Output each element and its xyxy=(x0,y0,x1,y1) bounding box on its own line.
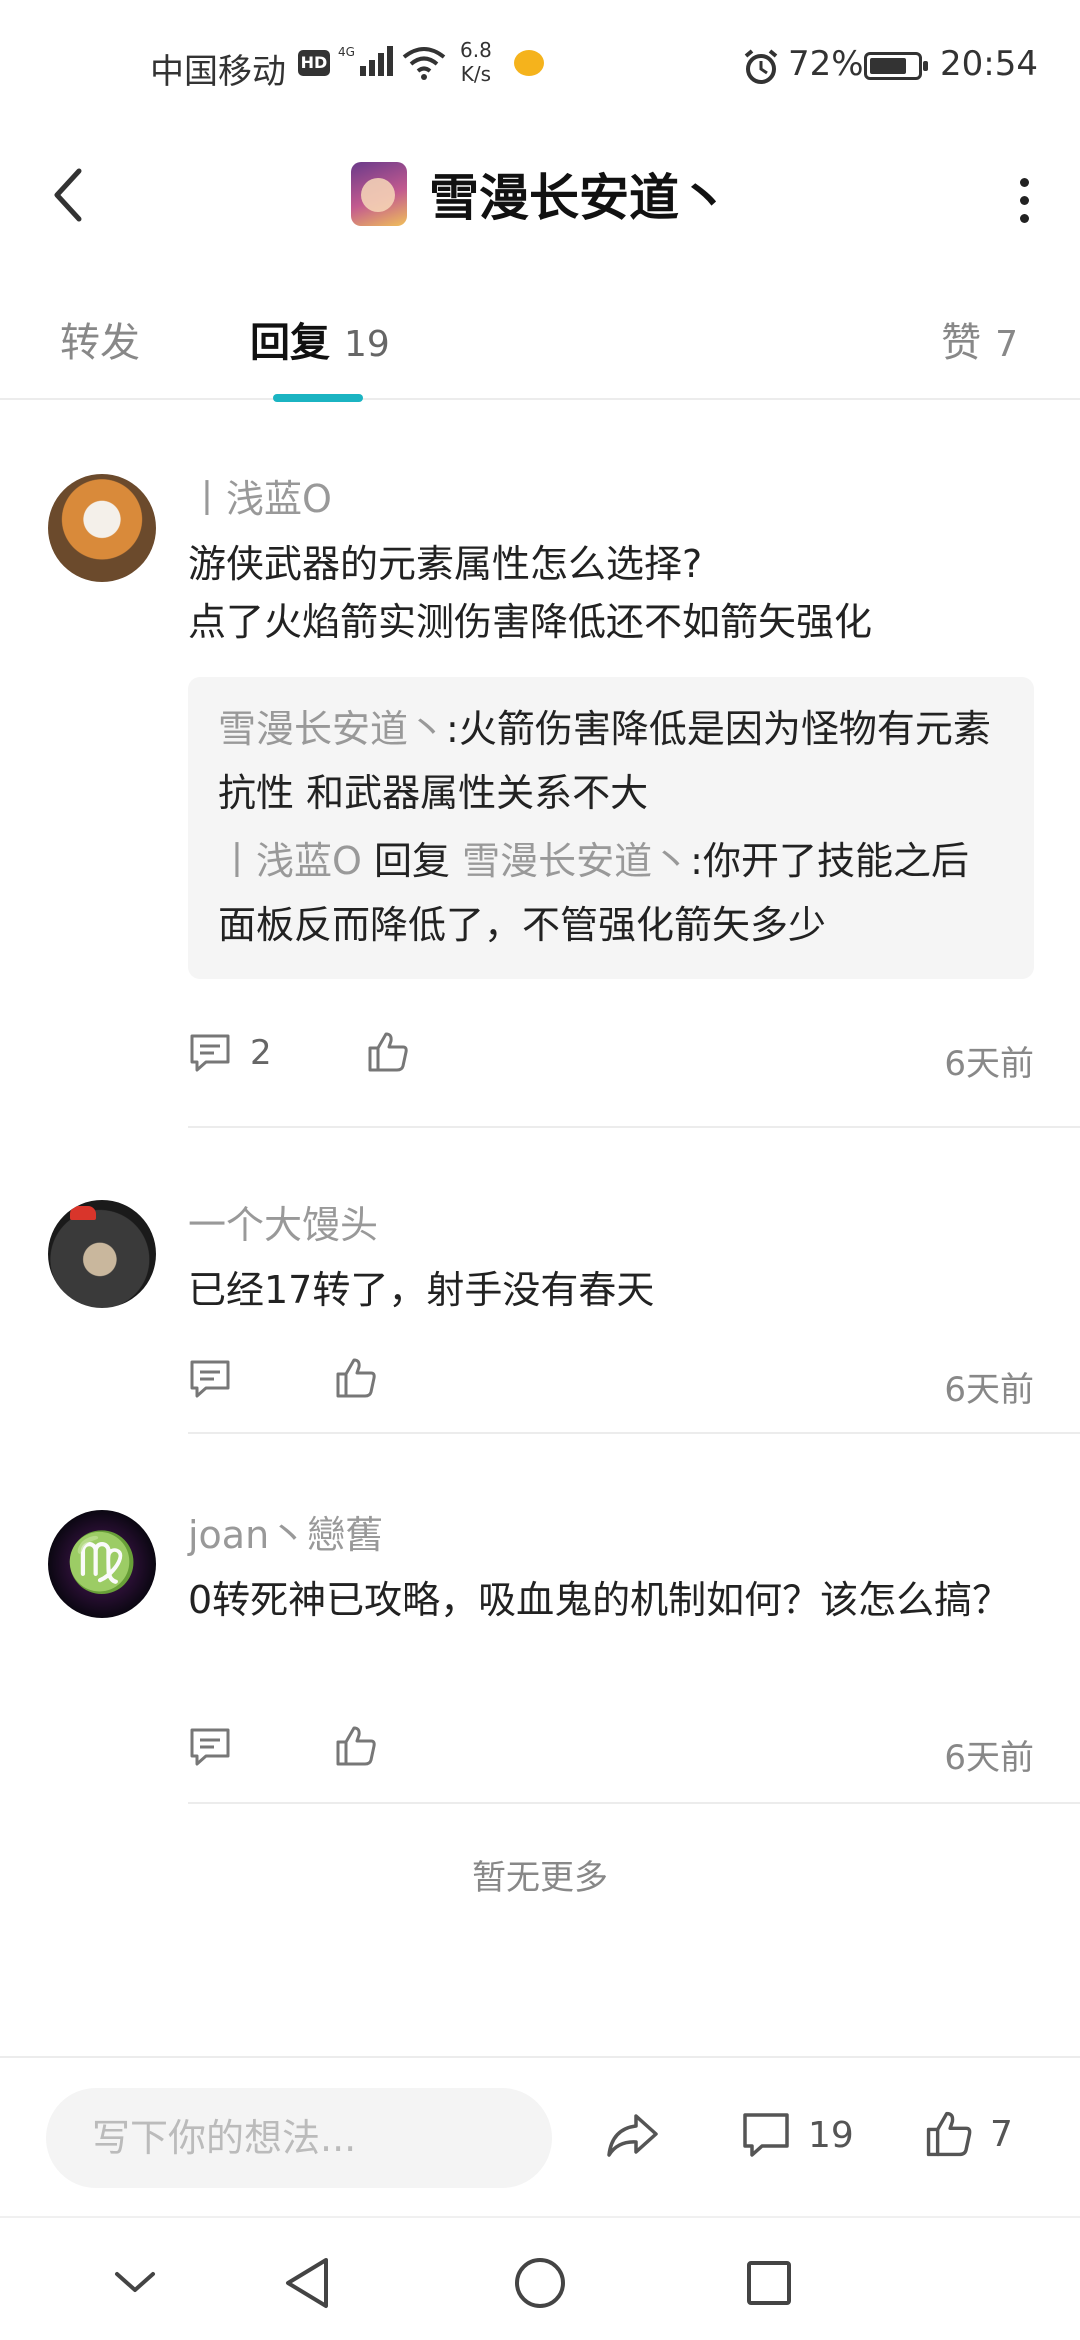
tab-like-count: 7 xyxy=(995,324,1018,365)
divider xyxy=(188,1126,1080,1128)
tab-repost-label: 转发 xyxy=(60,320,140,366)
no-more-label: 暂无更多 xyxy=(472,1858,608,1898)
commenter-name[interactable]: joan丶戀舊 xyxy=(188,1504,1034,1559)
comment-time: 6天前 xyxy=(944,1044,1034,1084)
like-button[interactable] xyxy=(334,1356,378,1404)
comment-text-line: 点了火焰箭实测伤害降低还不如箭矢强化 xyxy=(188,600,873,644)
tab-bar: 转发 回复 19 赞 7 xyxy=(0,270,1080,402)
reply-button[interactable] xyxy=(188,1358,232,1400)
more-options-button[interactable] xyxy=(1004,170,1044,230)
thumbs-up-icon xyxy=(336,1358,376,1398)
comment-icon xyxy=(190,1728,230,1766)
more-dots-icon xyxy=(1019,177,1029,187)
nav-hide-button[interactable] xyxy=(100,2248,170,2318)
comment-text: 0转死神已攻略，吸血鬼的机制如何？该怎么搞？ xyxy=(188,1578,1011,1622)
reply-button[interactable]: 2 xyxy=(188,1032,272,1074)
tab-repost[interactable]: 转发 xyxy=(60,310,140,368)
commenter-avatar[interactable] xyxy=(48,1200,156,1308)
nav-home-button[interactable] xyxy=(505,2248,575,2318)
alarm-icon xyxy=(742,48,780,90)
active-tab-indicator xyxy=(273,394,363,402)
comment-text-line: 游侠武器的元素属性怎么选择? xyxy=(188,542,703,586)
hd-badge: HD xyxy=(298,50,330,76)
comment-text: 游侠武器的元素属性怎么选择? 点了火焰箭实测伤害降低还不如箭矢强化 xyxy=(188,535,1034,651)
comment-input[interactable] xyxy=(92,2116,552,2160)
share-icon xyxy=(607,2114,658,2157)
carrier-name: 中国移动 xyxy=(150,52,286,92)
nav-recent-button[interactable] xyxy=(734,2248,804,2318)
share-button[interactable] xyxy=(604,2110,660,2164)
square-recent-icon xyxy=(747,2261,791,2305)
triangle-back-icon xyxy=(286,2258,328,2308)
like-button[interactable] xyxy=(334,1724,378,1772)
status-bar: 中国移动 HD 4G 6.8 K/s 72% 20:54 xyxy=(0,0,1080,130)
bottom-like-count: 7 xyxy=(990,2113,1013,2155)
thumbs-up-icon xyxy=(336,1726,376,1766)
commenter-avatar[interactable] xyxy=(48,474,156,582)
speed-unit: K/s xyxy=(460,62,492,86)
reply-separator: : xyxy=(446,707,459,751)
reply-target[interactable]: 雪漫长安道丶 xyxy=(462,839,690,883)
app-notification-icon xyxy=(514,50,544,76)
chevron-down-icon xyxy=(115,2272,155,2292)
battery-icon xyxy=(864,52,928,80)
reply-item: 雪漫长安道丶:火箭伤害降低是因为怪物有元素抗性 和武器属性关系不大 xyxy=(218,697,1004,825)
like-button[interactable] xyxy=(366,1030,410,1078)
comment-text: 已经17转了，射手没有春天 xyxy=(188,1268,655,1312)
user-avatar[interactable] xyxy=(351,162,407,226)
thumbs-up-icon xyxy=(926,2111,972,2157)
comment-body: joan丶戀舊 0转死神已攻略，吸血鬼的机制如何？该怎么搞？ xyxy=(188,1504,1034,1629)
bottom-comment-count: 19 xyxy=(808,2114,854,2156)
system-nav-bar xyxy=(0,2216,1080,2340)
signal-icon: 4G xyxy=(338,44,398,84)
nav-back-button[interactable] xyxy=(272,2248,342,2318)
tab-like[interactable]: 赞 7 xyxy=(941,310,1018,368)
network-speed: 6.8 K/s xyxy=(460,38,492,86)
svg-text:4G: 4G xyxy=(338,45,355,59)
wifi-icon xyxy=(402,46,446,84)
reply-word: 回复 xyxy=(374,839,451,883)
comment-icon xyxy=(190,1360,230,1398)
divider xyxy=(188,1802,1080,1804)
thumbs-up-icon xyxy=(368,1032,408,1072)
tab-like-label: 赞 xyxy=(941,320,982,366)
circle-home-icon xyxy=(515,2258,565,2308)
comment-input-box[interactable] xyxy=(46,2088,552,2188)
reply-preview[interactable]: 雪漫长安道丶:火箭伤害降低是因为怪物有元素抗性 和武器属性关系不大 丨浅蓝O 回… xyxy=(188,677,1034,979)
commenter-name[interactable]: 一个大馒头 xyxy=(188,1194,1034,1249)
divider xyxy=(188,1432,1080,1434)
title-group: 雪漫长安道丶 xyxy=(0,158,1080,230)
reply-separator: : xyxy=(690,839,703,883)
comment-time: 6天前 xyxy=(944,1370,1034,1410)
reply-author[interactable]: 丨浅蓝O xyxy=(218,839,362,883)
comment-body: 丨浅蓝O 游侠武器的元素属性怎么选择? 点了火焰箭实测伤害降低还不如箭矢强化 雪… xyxy=(188,468,1034,979)
bottom-action-bar: 19 7 xyxy=(0,2056,1080,2216)
comment-actions: 2 6天前 xyxy=(188,1026,1034,1086)
reply-button[interactable] xyxy=(188,1726,232,1768)
comment-icon xyxy=(190,1034,230,1072)
reply-count: 2 xyxy=(250,1033,272,1073)
clock: 20:54 xyxy=(940,44,1038,84)
battery-percent: 72% xyxy=(788,44,864,84)
speed-value: 6.8 xyxy=(460,38,492,62)
comment-icon xyxy=(743,2113,789,2157)
comment-time: 6天前 xyxy=(944,1738,1034,1778)
comment-actions: 6天前 xyxy=(188,1720,1034,1780)
reply-author[interactable]: 雪漫长安道丶 xyxy=(218,707,446,751)
header: 雪漫长安道丶 xyxy=(0,130,1080,260)
bottom-comment-button[interactable]: 19 xyxy=(740,2110,854,2160)
tab-reply[interactable]: 回复 19 xyxy=(250,310,390,368)
page-title: 雪漫长安道丶 xyxy=(429,169,729,227)
bottom-like-button[interactable]: 7 xyxy=(924,2108,1013,2160)
commenter-name[interactable]: 丨浅蓝O xyxy=(188,468,1034,523)
reply-item: 丨浅蓝O 回复 雪漫长安道丶:你开了技能之后面板反而降低了，不管强化箭矢多少 xyxy=(218,829,1004,957)
tab-reply-label: 回复 xyxy=(250,320,330,366)
tab-reply-count: 19 xyxy=(344,324,390,365)
comment-body: 一个大馒头 已经17转了，射手没有春天 xyxy=(188,1194,1034,1319)
comment-actions: 6天前 xyxy=(188,1352,1034,1412)
commenter-avatar[interactable]: ♍ xyxy=(48,1510,156,1618)
